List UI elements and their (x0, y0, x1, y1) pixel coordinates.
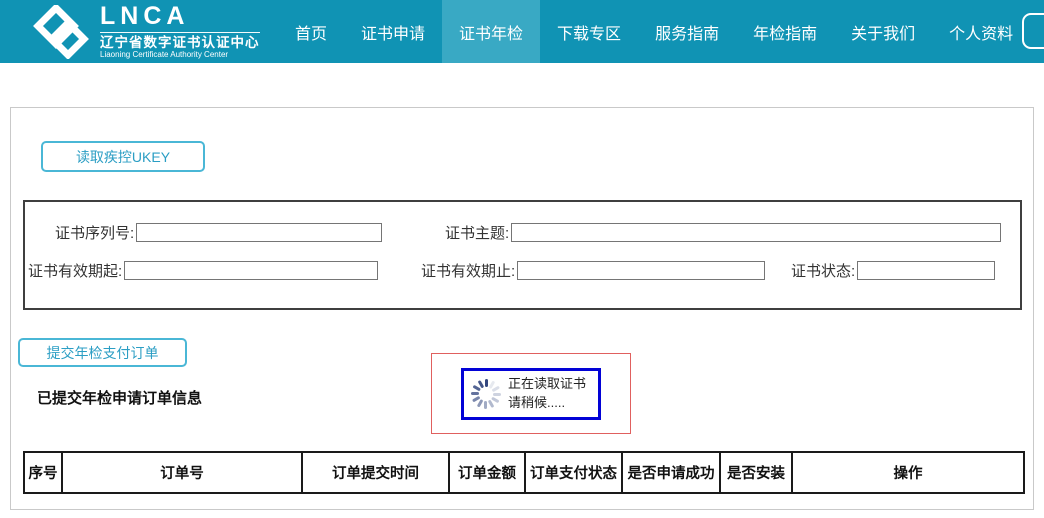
cert-valid-from-input[interactable] (124, 261, 378, 280)
nav-item-about-us[interactable]: 关于我们 (834, 0, 932, 63)
cert-subject-label: 证书主题: (445, 222, 509, 243)
cert-serial-input[interactable] (136, 223, 382, 242)
col-header-installed: 是否安装 (720, 452, 792, 493)
nav-item-cert-annual-check[interactable]: 证书年检 (442, 0, 540, 63)
loading-dialog: 正在读取证书 请稍候..... (431, 353, 631, 434)
submitted-orders-title: 已提交年检申请订单信息 (37, 387, 202, 408)
nav-item-download-zone[interactable]: 下载专区 (540, 0, 638, 63)
cert-valid-to-input[interactable] (517, 261, 765, 280)
main-nav: 首页 证书申请 证书年检 下载专区 服务指南 年检指南 关于我们 个人资料 (278, 0, 1044, 63)
cert-valid-from-field: 证书有效期起: (28, 260, 378, 281)
logo-text: LNCA 辽宁省数字证书认证中心 Liaoning Certificate Au… (100, 4, 260, 60)
logo-acronym: LNCA (100, 4, 260, 33)
cert-subject-field: 证书主题: (445, 222, 1001, 243)
nav-item-service-guide[interactable]: 服务指南 (638, 0, 736, 63)
cert-valid-to-label: 证书有效期止: (421, 260, 515, 281)
nav-item-annual-guide[interactable]: 年检指南 (736, 0, 834, 63)
nav-item-home[interactable]: 首页 (278, 0, 344, 63)
loading-dialog-inner: 正在读取证书 请稍候..... (461, 368, 601, 420)
loading-message-line2: 请稍候..... (508, 394, 586, 413)
col-header-index: 序号 (24, 452, 62, 493)
site-logo[interactable]: LNCA 辽宁省数字证书认证中心 Liaoning Certificate Au… (30, 0, 260, 63)
col-header-submit-time: 订单提交时间 (302, 452, 449, 493)
loading-spinner-icon (470, 378, 502, 410)
cert-serial-field: 证书序列号: (55, 222, 382, 243)
orders-table-header-row: 序号 订单号 订单提交时间 订单金额 订单支付状态 是否申请成功 是否安装 操作 (24, 452, 1024, 493)
orders-table: 序号 订单号 订单提交时间 订单金额 订单支付状态 是否申请成功 是否安装 操作 (23, 451, 1025, 494)
cert-serial-label: 证书序列号: (55, 222, 134, 243)
col-header-apply-success: 是否申请成功 (622, 452, 720, 493)
nav-item-cert-apply[interactable]: 证书申请 (344, 0, 442, 63)
col-header-amount: 订单金额 (449, 452, 525, 493)
col-header-actions: 操作 (792, 452, 1024, 493)
cert-valid-to-field: 证书有效期止: (421, 260, 765, 281)
submit-annual-payment-order-button[interactable]: 提交年检支付订单 (18, 338, 187, 367)
nav-item-personal-profile[interactable]: 个人资料 (932, 0, 1030, 63)
loading-message: 正在读取证书 请稍候..... (508, 375, 586, 413)
cert-status-field: 证书状态: (791, 260, 995, 281)
content-panel: 读取疾控UKEY 证书序列号: 证书主题: 证书有效期起: 证书有效期止: 证书… (10, 107, 1034, 510)
col-header-pay-status: 订单支付状态 (525, 452, 622, 493)
lnca-diamond-icon (30, 5, 92, 59)
nav-search-box[interactable] (1022, 13, 1044, 49)
logo-title-cn: 辽宁省数字证书认证中心 (100, 36, 260, 50)
read-ukey-button[interactable]: 读取疾控UKEY (41, 141, 205, 172)
col-header-order-no: 订单号 (62, 452, 302, 493)
cert-valid-from-label: 证书有效期起: (28, 260, 122, 281)
logo-title-en: Liaoning Certificate Authority Center (100, 51, 260, 59)
loading-message-line1: 正在读取证书 (508, 375, 586, 394)
cert-status-label: 证书状态: (791, 260, 855, 281)
top-nav-bar: LNCA 辽宁省数字证书认证中心 Liaoning Certificate Au… (0, 0, 1044, 63)
cert-subject-input[interactable] (511, 223, 1001, 242)
cert-status-input[interactable] (857, 261, 995, 280)
certificate-info-box: 证书序列号: 证书主题: 证书有效期起: 证书有效期止: 证书状态: (23, 200, 1022, 310)
